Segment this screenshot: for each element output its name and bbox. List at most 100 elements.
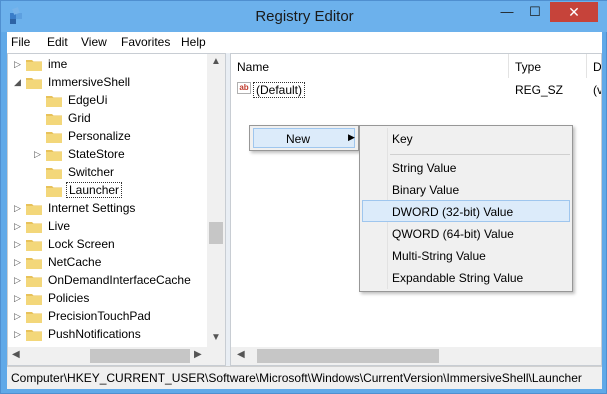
menu-bar: File Edit View Favorites Help xyxy=(7,32,602,53)
context-menu-new[interactable]: New ▶ xyxy=(253,128,355,148)
scroll-down-icon[interactable]: ▼ xyxy=(207,332,225,343)
expand-arrow-icon[interactable]: ▷ xyxy=(12,311,23,322)
submenu-string-value[interactable]: String Value xyxy=(392,161,456,175)
expand-arrow-icon[interactable]: ▷ xyxy=(12,239,23,250)
scroll-thumb[interactable] xyxy=(90,349,190,363)
new-label: New xyxy=(286,132,311,146)
scroll-left-icon[interactable]: ◀ xyxy=(12,349,20,360)
tree-item-label: Switcher xyxy=(68,165,115,179)
context-menu: New ▶ xyxy=(249,125,359,151)
expand-arrow-icon[interactable]: ▷ xyxy=(12,257,23,268)
folder-icon xyxy=(26,220,42,233)
tree-item[interactable]: ▷ Lock Screen xyxy=(12,235,117,253)
tree-item-label: PrecisionTouchPad xyxy=(48,309,151,323)
folder-icon xyxy=(46,148,62,161)
scroll-left-icon[interactable]: ◀ xyxy=(237,349,245,360)
tree-item[interactable]: ▷ PrecisionTouchPad xyxy=(12,307,153,325)
registry-editor-window: Registry Editor — ☐ ✕ File Edit View Fav… xyxy=(0,0,607,394)
menu-file[interactable]: File xyxy=(11,35,30,49)
tree-item[interactable]: ◢ ImmersiveShell xyxy=(12,73,132,91)
registry-tree-pane[interactable]: ▷ ime ◢ ImmersiveShell EdgeUi Grid Personalize… xyxy=(7,53,226,366)
tree-item-label: ImmersiveShell xyxy=(48,75,131,89)
tree-item[interactable]: Switcher xyxy=(32,163,116,181)
title-bar[interactable]: Registry Editor — ☐ ✕ xyxy=(1,1,607,32)
submenu-dword-value[interactable]: DWORD (32-bit) Value xyxy=(392,205,513,219)
tree-item[interactable]: ▷ ime xyxy=(12,55,69,73)
folder-icon xyxy=(26,76,42,89)
submenu-binary-value[interactable]: Binary Value xyxy=(392,183,459,197)
tree-item[interactable]: ▷ Policies xyxy=(12,289,91,307)
expand-arrow-icon[interactable]: ▷ xyxy=(12,221,23,232)
submenu-key[interactable]: Key xyxy=(392,132,413,146)
menu-separator xyxy=(390,154,570,155)
menu-favorites[interactable]: Favorites xyxy=(121,35,170,49)
expand-arrow-icon[interactable]: ▷ xyxy=(12,59,23,70)
tree-item-label: StateStore xyxy=(68,147,125,161)
tree-item-label: NetCache xyxy=(48,255,102,269)
expand-arrow-icon[interactable]: ▷ xyxy=(32,149,43,160)
close-button[interactable]: ✕ xyxy=(550,2,598,22)
scrollbar-corner xyxy=(207,347,225,365)
tree-item-label: Personalize xyxy=(68,129,131,143)
tree-item[interactable]: EdgeUi xyxy=(32,91,109,109)
scroll-right-icon[interactable]: ▶ xyxy=(194,349,202,360)
string-value-icon: ab xyxy=(237,82,251,94)
tree-item-label: EdgeUi xyxy=(68,93,108,107)
maximize-button[interactable]: ☐ xyxy=(522,2,548,22)
tree-item-label: Grid xyxy=(68,111,91,125)
tree-item-label: ime xyxy=(48,57,68,71)
status-path: Computer\HKEY_CURRENT_USER\Software\Micr… xyxy=(11,371,582,385)
tree-item-label: Lock Screen xyxy=(48,237,115,251)
tree-horizontal-scrollbar[interactable]: ◀ ▶ xyxy=(8,347,207,365)
column-header-name[interactable]: Name xyxy=(231,54,509,78)
folder-icon xyxy=(46,166,62,179)
tree-item[interactable]: ▷ Internet Settings xyxy=(12,199,137,217)
menu-help[interactable]: Help xyxy=(181,35,206,49)
menu-view[interactable]: View xyxy=(81,35,107,49)
tree-item-label: PushNotifications xyxy=(48,327,141,341)
value-type: REG_SZ xyxy=(515,83,564,97)
column-header-type[interactable]: Type xyxy=(509,54,587,78)
tree-item[interactable]: ▷ Live xyxy=(12,217,72,235)
tree-item[interactable]: ▷ StateStore xyxy=(32,145,127,163)
list-horizontal-scrollbar[interactable]: ◀ xyxy=(231,347,601,365)
tree-item[interactable]: Launcher xyxy=(32,181,123,199)
folder-icon xyxy=(26,256,42,269)
column-header-data[interactable]: D xyxy=(587,54,601,78)
menu-edit[interactable]: Edit xyxy=(47,35,68,49)
expand-arrow-icon[interactable]: ▷ xyxy=(12,293,23,304)
submenu-arrow-icon: ▶ xyxy=(348,132,355,142)
folder-icon xyxy=(26,274,42,287)
tree-item-label: Policies xyxy=(48,291,90,305)
value-name: (Default) xyxy=(253,82,306,98)
tree-vertical-scrollbar[interactable]: ▲ ▼ xyxy=(207,54,225,347)
scroll-thumb[interactable] xyxy=(209,222,223,244)
tree-item[interactable]: ▷ OnDemandInterfaceCache xyxy=(12,271,193,289)
folder-icon xyxy=(46,184,62,197)
tree-item[interactable]: Personalize xyxy=(32,127,133,145)
status-bar: Computer\HKEY_CURRENT_USER\Software\Micr… xyxy=(7,366,602,389)
tree-item[interactable]: ▷ PushNotifications xyxy=(12,325,143,343)
expand-arrow-icon[interactable]: ▷ xyxy=(12,275,23,286)
submenu-qword-value[interactable]: QWORD (64-bit) Value xyxy=(392,227,514,241)
submenu-expandable-string-value[interactable]: Expandable String Value xyxy=(392,271,523,285)
folder-icon xyxy=(26,58,42,71)
minimize-button[interactable]: — xyxy=(494,2,520,22)
folder-icon xyxy=(26,238,42,251)
folder-icon xyxy=(26,202,42,215)
folder-icon xyxy=(46,112,62,125)
expand-arrow-icon[interactable]: ▷ xyxy=(12,203,23,214)
folder-icon xyxy=(46,94,62,107)
list-row[interactable]: ab (Default) REG_SZ (v xyxy=(231,80,601,98)
folder-icon xyxy=(26,292,42,305)
tree-item-label: OnDemandInterfaceCache xyxy=(48,273,191,287)
tree-item-label: Launcher xyxy=(66,182,123,198)
tree-item[interactable]: ▷ NetCache xyxy=(12,253,103,271)
tree-item[interactable]: Grid xyxy=(32,109,93,127)
expand-arrow-icon[interactable]: ▷ xyxy=(12,329,23,340)
expand-arrow-icon[interactable]: ◢ xyxy=(12,77,23,88)
submenu-multi-string-value[interactable]: Multi-String Value xyxy=(392,249,486,263)
new-submenu: Key String Value Binary Value DWORD (32-… xyxy=(359,125,573,292)
scroll-thumb[interactable] xyxy=(257,349,439,363)
scroll-up-icon[interactable]: ▲ xyxy=(207,56,225,67)
